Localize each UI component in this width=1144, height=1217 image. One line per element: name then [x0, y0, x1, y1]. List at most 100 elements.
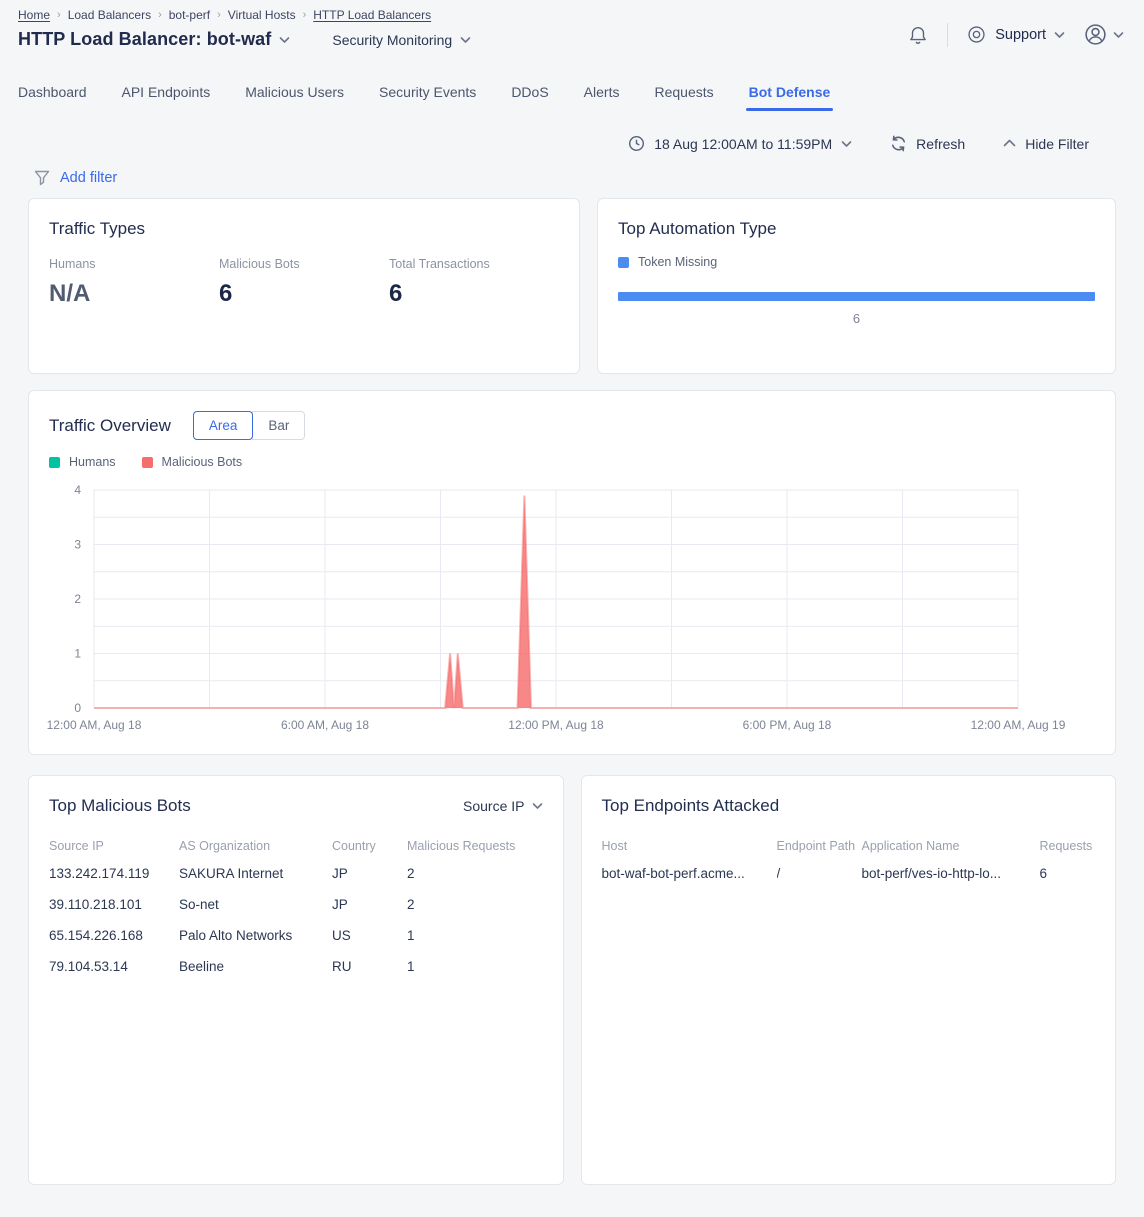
- breadcrumb-item: bot-perf: [169, 8, 210, 22]
- svg-text:1: 1: [74, 647, 81, 661]
- stat-humans: HumansN/A: [49, 257, 219, 308]
- automation-legend-item: Token Missing: [618, 255, 1095, 269]
- table-row: 65.154.226.168Palo Alto NetworksUS1: [49, 920, 543, 951]
- legend-swatch: [618, 257, 629, 268]
- as-organization-link[interactable]: So-net: [179, 897, 332, 912]
- country-link[interactable]: JP: [332, 897, 407, 912]
- table-row: 39.110.218.101So-netJP2: [49, 889, 543, 920]
- page: Home › Load Balancers › bot-perf › Virtual Hos…: [0, 0, 1144, 1217]
- source-ip-link[interactable]: 79.104.53.14: [49, 959, 179, 974]
- tab-bar: Dashboard API Endpoints Malicious Users Sec…: [0, 80, 1144, 111]
- header-right: Support: [907, 22, 1124, 47]
- requests-value: 6: [1040, 866, 1096, 881]
- malicious-requests-value: 1: [407, 959, 543, 974]
- notifications-bell-icon[interactable]: [907, 23, 929, 47]
- breadcrumb-item[interactable]: Home: [18, 8, 50, 22]
- breadcrumb-item: Virtual Hosts: [228, 8, 296, 22]
- breadcrumb-item: Load Balancers: [68, 8, 151, 22]
- tab-alerts[interactable]: Alerts: [584, 80, 620, 111]
- monitoring-view-selector[interactable]: Security Monitoring: [332, 32, 471, 48]
- table-row: 133.242.174.119SAKURA InternetJP2: [49, 858, 543, 889]
- chevron-down-icon: [532, 802, 543, 810]
- chevron-right-icon: ›: [57, 9, 61, 21]
- source-ip-link[interactable]: 39.110.218.101: [49, 897, 179, 912]
- add-filter-button[interactable]: Add filter: [60, 170, 117, 186]
- header-left: Home › Load Balancers › bot-perf › Virtual Hos…: [18, 8, 471, 50]
- column-header: Application Name: [862, 839, 1040, 853]
- source-ip-link[interactable]: 65.154.226.168: [49, 928, 179, 943]
- add-filter-row: Add filter: [0, 170, 1144, 186]
- support-menu[interactable]: Support: [966, 24, 1065, 45]
- traffic-overview-chart: 0123412:00 AM, Aug 186:00 AM, Aug 1812:0…: [49, 482, 1095, 734]
- area-chart-svg: 0123412:00 AM, Aug 186:00 AM, Aug 1812:0…: [49, 482, 1088, 734]
- tab-bot-defense[interactable]: Bot Defense: [749, 80, 831, 111]
- chart-type-bar-button[interactable]: Bar: [252, 411, 305, 440]
- support-label: Support: [995, 27, 1046, 43]
- endpoints-table: HostEndpoint PathApplication NameRequest…: [602, 834, 1096, 889]
- malicious-bots-table: Source IPAS OrganizationCountryMalicious…: [49, 834, 543, 982]
- country-link[interactable]: JP: [332, 866, 407, 881]
- endpoint-path-value: /: [777, 866, 862, 881]
- chart-type-toggle: AreaBar: [193, 411, 306, 440]
- chart-type-area-button[interactable]: Area: [193, 411, 254, 440]
- as-organization-link[interactable]: Palo Alto Networks: [179, 928, 332, 943]
- monitoring-view-label: Security Monitoring: [332, 32, 452, 48]
- top-malicious-bots-card: Top Malicious Bots Source IP Source IPAS…: [28, 775, 564, 1185]
- tab-ddos[interactable]: DDoS: [511, 80, 548, 111]
- tab-requests[interactable]: Requests: [654, 80, 713, 111]
- date-range-picker[interactable]: 18 Aug 12:00AM to 11:59PM: [628, 135, 852, 152]
- chevron-right-icon: ›: [303, 9, 307, 21]
- stat-total-transactions: Total Transactions 6: [389, 257, 559, 308]
- country-link[interactable]: RU: [332, 959, 407, 974]
- table-header-row: HostEndpoint PathApplication NameRequest…: [602, 834, 1096, 858]
- top-automation-card: Top Automation Type Token Missing 6: [597, 198, 1116, 374]
- refresh-label: Refresh: [916, 136, 965, 152]
- legend-label: Humans: [69, 455, 116, 469]
- group-by-selector[interactable]: Source IP: [463, 798, 542, 814]
- legend-label: Malicious Bots: [162, 455, 243, 469]
- as-organization-link[interactable]: SAKURA Internet: [179, 866, 332, 881]
- hide-filter-button[interactable]: Hide Filter: [1003, 136, 1089, 152]
- svg-text:12:00 AM, Aug 19: 12:00 AM, Aug 19: [971, 718, 1066, 732]
- svg-text:3: 3: [74, 538, 81, 552]
- legend-swatch: [49, 457, 60, 468]
- legend-swatch: [142, 457, 153, 468]
- table-row: 79.104.53.14BeelineRU1: [49, 951, 543, 982]
- legend-label: Token Missing: [638, 255, 717, 269]
- user-avatar-icon: [1083, 22, 1108, 47]
- tab-security-events[interactable]: Security Events: [379, 80, 476, 111]
- svg-text:6:00 PM, Aug 18: 6:00 PM, Aug 18: [743, 718, 832, 732]
- country-link[interactable]: US: [332, 928, 407, 943]
- traffic-types-title: Traffic Types: [49, 219, 559, 239]
- filter-bar: 18 Aug 12:00AM to 11:59PM Refresh Hide F…: [0, 135, 1144, 152]
- tab-api-endpoints[interactable]: API Endpoints: [122, 80, 211, 111]
- title-row: HTTP Load Balancer: bot-waf Security Mon…: [18, 29, 471, 50]
- svg-text:2: 2: [74, 592, 81, 606]
- stat-label: Total Transactions: [389, 257, 559, 271]
- traffic-overview-legend: Humans Malicious Bots: [49, 455, 1095, 469]
- tab-malicious-users[interactable]: Malicious Users: [245, 80, 344, 111]
- top-endpoints-card: Top Endpoints Attacked HostEndpoint Path…: [581, 775, 1117, 1185]
- stat-label: Humans: [49, 257, 219, 271]
- traffic-overview-header: Traffic Overview AreaBar: [49, 411, 1095, 440]
- chevron-right-icon: ›: [217, 9, 221, 21]
- hide-filter-label: Hide Filter: [1025, 136, 1089, 152]
- as-organization-link[interactable]: Beeline: [179, 959, 332, 974]
- page-title: HTTP Load Balancer: bot-waf: [18, 29, 271, 50]
- tab-dashboard[interactable]: Dashboard: [18, 80, 87, 111]
- refresh-button[interactable]: Refresh: [890, 135, 965, 152]
- header-divider: [947, 23, 948, 47]
- chevron-down-icon: [1054, 31, 1065, 39]
- lb-selector-chevron-down-icon[interactable]: [279, 36, 290, 44]
- clock-icon: [628, 135, 645, 152]
- automation-bar[interactable]: [618, 292, 1095, 301]
- traffic-types-card: Traffic Types HumansN/AMalicious Bots6To…: [28, 198, 580, 374]
- source-ip-link[interactable]: 133.242.174.119: [49, 866, 179, 881]
- support-lifebuoy-icon: [966, 24, 987, 45]
- stat-value: 6: [389, 280, 559, 308]
- account-menu[interactable]: [1083, 22, 1124, 47]
- breadcrumb-item[interactable]: HTTP Load Balancers: [313, 8, 431, 22]
- column-header: Malicious Requests: [407, 839, 543, 853]
- chevron-down-icon: [841, 140, 852, 148]
- svg-text:0: 0: [74, 701, 81, 715]
